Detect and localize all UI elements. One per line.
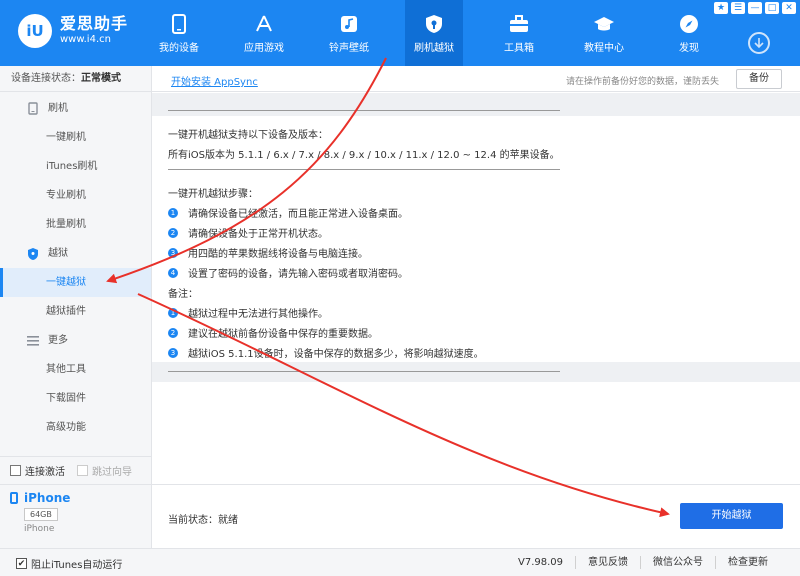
sidebar-item-jailbreak-plugins[interactable]: 越狱插件 (0, 297, 151, 326)
phone-icon (168, 13, 190, 35)
sidebar-item-batch-flash[interactable]: 批量刷机 (0, 210, 151, 239)
steps-title: 一键开机越狱步骤： (168, 189, 258, 200)
wechat-link[interactable]: 微信公众号 (640, 556, 715, 569)
sidebar-group-jailbreak[interactable]: 越狱 (0, 239, 151, 268)
connection-status-value: 正常模式 (81, 73, 121, 84)
check-update-link[interactable]: 检查更新 (715, 556, 780, 569)
nav-flash-jailbreak[interactable]: 刷机越狱 (405, 0, 463, 66)
sidebar-item-advanced[interactable]: 高级功能 (0, 413, 151, 442)
app-logo[interactable]: iU 爱思助手 www.i4.cn (18, 14, 128, 48)
toolbox-icon (508, 13, 530, 35)
start-jailbreak-button[interactable]: 开始越狱 (680, 503, 783, 529)
window-controls: ★ ☰ — □ ✕ (711, 2, 796, 14)
nav-tutorials[interactable]: 教程中心 (575, 0, 633, 66)
status-bar: ✔ 阻止iTunes自动运行 V7.98.09 意见反馈 微信公众号 检查更新 (0, 548, 800, 576)
flash-icon (26, 102, 40, 116)
menu-icon (26, 334, 40, 348)
feedback-link[interactable]: 意见反馈 (575, 556, 640, 569)
device-card[interactable]: iPhone 64GB iPhone (0, 484, 151, 548)
sidebar-options: 连接激活 跳过向导 (0, 456, 151, 484)
support-text: 所有iOS版本为 5.1.1 / 6.x / 7.x / 8.x / 9.x /… (168, 150, 560, 161)
sidebar-item-one-click-jailbreak[interactable]: 一键越狱 (0, 268, 151, 297)
logo-badge: iU (18, 14, 52, 48)
main-panel: 开始安装 AppSync 请在操作前备份好您的数据，谨防丢失 备份 一键开机越狱… (152, 66, 800, 548)
content-band-bottom (152, 362, 800, 382)
divider (168, 169, 560, 170)
backup-hint: 请在操作前备份好您的数据，谨防丢失 (566, 77, 720, 87)
note-number-1: 1 (168, 307, 178, 318)
header: iU 爱思助手 www.i4.cn 我的设备 应用游戏 铃声壁纸 刷机越狱 工具… (0, 0, 800, 66)
maximize-icon[interactable]: □ (765, 2, 779, 14)
sidebar-item-one-click-flash[interactable]: 一键刷机 (0, 123, 151, 152)
iphone-icon (10, 492, 18, 504)
footer-links: V7.98.09 意见反馈 微信公众号 检查更新 (506, 556, 780, 569)
note-number-3: 3 (168, 347, 178, 358)
nav-ringtones-wallpapers[interactable]: 铃声壁纸 (320, 0, 378, 66)
step-item: 4 设置了密码的设备，请先输入密码或者取消密码。 (168, 265, 408, 280)
skip-wizard-checkbox[interactable]: 跳过向导 (77, 463, 132, 478)
support-title: 一键开机越狱支持以下设备及版本： (168, 130, 328, 141)
divider (168, 371, 560, 372)
step-number-3: 3 (168, 247, 178, 258)
shield-icon (423, 13, 445, 35)
checkbox-box[interactable] (10, 465, 21, 476)
jailbreak-shield-icon (26, 247, 40, 261)
step-number-4: 4 (168, 267, 178, 278)
graduation-cap-icon (593, 13, 615, 35)
nav-my-device[interactable]: 我的设备 (150, 0, 208, 66)
sidebar-group-more[interactable]: 更多 (0, 326, 151, 355)
sidebar: 设备连接状态：正常模式 刷机 一键刷机 iTunes刷机 专业刷机 批量刷机 越… (0, 66, 152, 548)
checkmark-icon[interactable]: ✔ (16, 558, 27, 569)
app-store-icon (253, 13, 275, 35)
note-item: 2 建议在越狱前备份设备中保存的重要数据。 (168, 325, 378, 340)
app-url: www.i4.cn (60, 34, 111, 45)
capacity-badge: 64GB (24, 508, 58, 521)
sidebar-group-flash[interactable]: 刷机 (0, 94, 151, 123)
connect-activate-checkbox[interactable]: 连接激活 (10, 463, 65, 478)
step-item: 3 用四酷的苹果数据线将设备与电脑连接。 (168, 245, 368, 260)
menu-icon[interactable]: ☰ (731, 2, 745, 14)
nav-discover[interactable]: 发现 (660, 0, 718, 66)
compass-icon (678, 13, 700, 35)
close-icon[interactable]: ✕ (782, 2, 796, 14)
sidebar-item-itunes-flash[interactable]: iTunes刷机 (0, 152, 151, 181)
current-status-value: 就绪 (218, 515, 238, 526)
skin-icon[interactable]: ★ (714, 2, 728, 14)
main-topbar: 开始安装 AppSync 请在操作前备份好您的数据，谨防丢失 备份 (152, 66, 800, 92)
device-name: iPhone (24, 491, 71, 505)
note-item: 3 越狱iOS 5.1.1设备时，设备中保存的数据多少，将影响越狱速度。 (168, 345, 484, 360)
step-item: 1 请确保设备已经激活，而且能正常进入设备桌面。 (168, 205, 408, 220)
connection-status: 设备连接状态：正常模式 (0, 66, 151, 92)
app-name: 爱思助手 (60, 14, 129, 33)
current-status: 当前状态：就绪 (168, 515, 238, 526)
nav-apps-games[interactable]: 应用游戏 (235, 0, 293, 66)
divider (168, 110, 560, 111)
download-icon[interactable] (748, 32, 770, 54)
checkbox-box[interactable] (77, 465, 88, 476)
sidebar-item-other-tools[interactable]: 其他工具 (0, 355, 151, 384)
block-itunes-checkbox[interactable]: ✔ 阻止iTunes自动运行 (16, 556, 122, 571)
nav-toolbox[interactable]: 工具箱 (490, 0, 548, 66)
note-number-2: 2 (168, 327, 178, 338)
sidebar-item-download-firmware[interactable]: 下载固件 (0, 384, 151, 413)
note-item: 1 越狱过程中无法进行其他操作。 (168, 305, 328, 320)
content-band-top (152, 93, 800, 116)
step-number-2: 2 (168, 227, 178, 238)
action-bar: 当前状态：就绪 开始越狱 (152, 484, 800, 548)
step-item: 2 请确保设备处于正常开机状态。 (168, 225, 328, 240)
device-model: iPhone (24, 524, 55, 534)
install-appsync-link[interactable]: 开始安装 AppSync (171, 73, 258, 88)
minimize-icon[interactable]: — (748, 2, 762, 14)
sidebar-menu: 刷机 一键刷机 iTunes刷机 专业刷机 批量刷机 越狱 一键越狱 越狱插件 … (0, 92, 151, 442)
sidebar-item-pro-flash[interactable]: 专业刷机 (0, 181, 151, 210)
notes-title: 备注： (168, 289, 198, 300)
version-label: V7.98.09 (517, 557, 563, 568)
step-number-1: 1 (168, 207, 178, 218)
jailbreak-info: 一键开机越狱支持以下设备及版本： 所有iOS版本为 5.1.1 / 6.x / … (152, 110, 800, 362)
music-icon (338, 13, 360, 35)
backup-button[interactable]: 备份 (736, 69, 782, 89)
main-nav: 我的设备 应用游戏 铃声壁纸 刷机越狱 工具箱 教程中心 发现 (150, 0, 718, 66)
